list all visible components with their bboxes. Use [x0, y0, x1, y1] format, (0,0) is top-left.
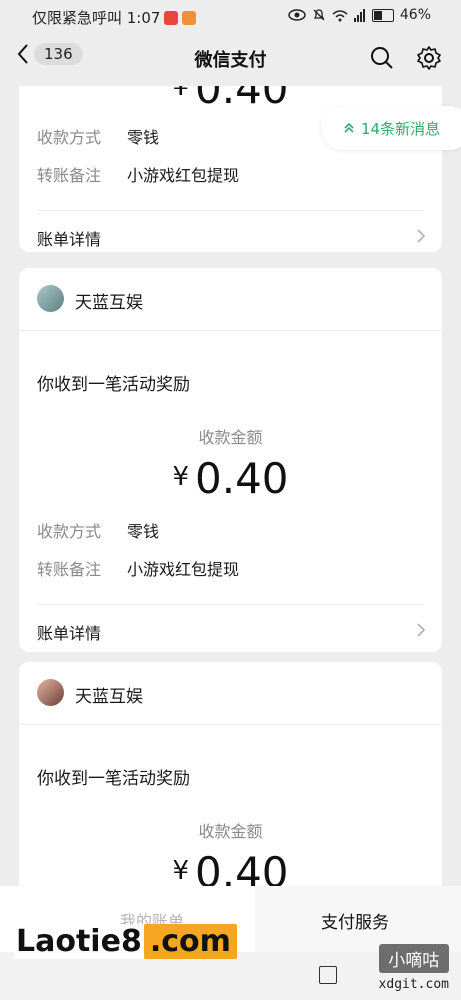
watermark-right: 小嘀咕 xdgit.com: [378, 944, 449, 992]
app-notification-icon: [164, 10, 179, 25]
new-messages-button[interactable]: 14条新消息: [321, 106, 461, 150]
recent-apps-button[interactable]: [319, 966, 337, 984]
battery-icon: [371, 8, 394, 22]
nav-bar: 136 微信支付: [0, 32, 461, 86]
status-right: 46%: [288, 7, 431, 23]
search-icon[interactable]: [370, 46, 394, 70]
sender-row[interactable]: 天蓝互娱: [19, 268, 442, 331]
sender-name: 天蓝互娱: [75, 687, 143, 707]
message-headline: 你收到一笔活动奖励: [37, 769, 190, 789]
amount-label: 收款金额: [198, 822, 263, 841]
chevron-right-icon: [417, 229, 426, 243]
wifi-icon: [332, 9, 348, 21]
transfer-note-row: 转账备注 小游戏红包提现: [37, 560, 240, 579]
payment-method-row: 收款方式 零钱: [37, 128, 160, 147]
status-left: 仅限紧急呼叫 1:07: [32, 7, 197, 28]
payment-card: 天蓝互娱 你收到一笔活动奖励 收款金额 ¥0.40 收款方式 零钱 转账备注 小…: [19, 268, 442, 652]
signal-icon: [353, 8, 365, 22]
app-notification-icon: [182, 10, 197, 25]
double-chevron-up-icon: [344, 122, 354, 133]
amount-value: ¥0.40: [172, 454, 289, 503]
status-text: 仅限紧急呼叫 1:07: [32, 9, 161, 27]
avatar: [37, 285, 64, 312]
gear-icon[interactable]: [417, 46, 441, 70]
message-headline: 你收到一笔活动奖励: [37, 375, 190, 395]
tab-pay-services[interactable]: 支付服务: [256, 886, 461, 952]
divider: [37, 210, 424, 211]
bill-details-link[interactable]: 账单详情: [19, 606, 442, 654]
divider: [37, 604, 424, 605]
sender-row[interactable]: 天蓝互娱: [19, 662, 442, 725]
watermark-left: Laotie8 .com: [14, 924, 237, 959]
bill-details-link[interactable]: 账单详情: [19, 212, 442, 260]
message-list[interactable]: ¥0.40 收款方式 零钱 转账备注 小游戏红包提现 账单详情 天蓝互娱 你收到…: [0, 86, 461, 886]
battery-percent: 46%: [399, 7, 431, 23]
eye-icon: [288, 9, 306, 21]
mute-bell-icon: [313, 9, 325, 21]
amount-label: 收款金额: [198, 428, 263, 447]
payment-card: 天蓝互娱 你收到一笔活动奖励 收款金额 ¥0.40: [19, 662, 442, 886]
transfer-note-row: 转账备注 小游戏红包提现: [37, 166, 240, 185]
status-bar: 仅限紧急呼叫 1:07 46%: [0, 0, 461, 32]
payment-method-row: 收款方式 零钱: [37, 522, 160, 541]
chevron-right-icon: [417, 623, 426, 637]
amount-value: ¥0.40: [172, 848, 289, 886]
sender-name: 天蓝互娱: [75, 293, 143, 313]
avatar: [37, 679, 64, 706]
